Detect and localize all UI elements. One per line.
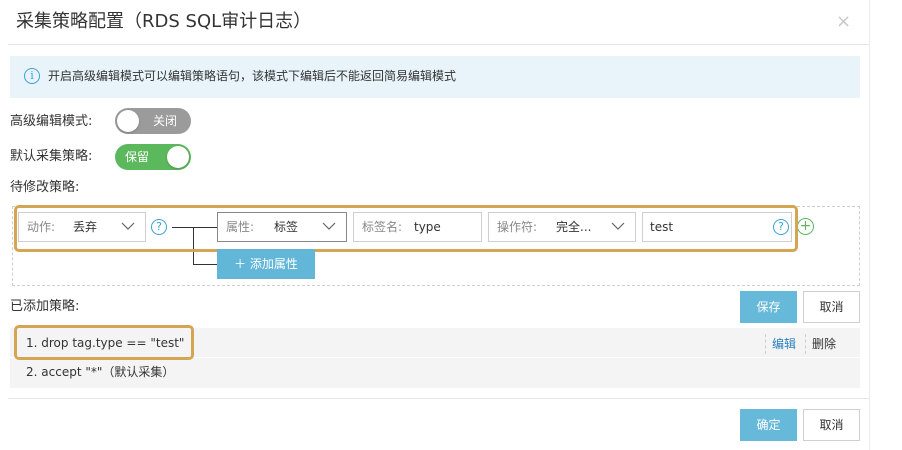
- tag-name-value: type: [414, 220, 441, 234]
- row-divider: [10, 357, 860, 358]
- footer-cancel-button[interactable]: 取消: [803, 409, 860, 441]
- save-button[interactable]: 保存: [740, 291, 797, 323]
- chevron-down-icon: [121, 222, 135, 230]
- confirm-button[interactable]: 确定: [740, 409, 797, 441]
- help-icon[interactable]: ?: [773, 219, 789, 235]
- pending-policy-label: 待修改策略:: [10, 180, 80, 195]
- match-value-input[interactable]: test ?: [642, 212, 792, 242]
- info-icon: i: [24, 68, 40, 84]
- attribute-select-value: 标签: [274, 220, 299, 234]
- tree-connector: [172, 227, 218, 228]
- tree-connector: [193, 227, 194, 264]
- delete-link[interactable]: 删除: [812, 336, 836, 353]
- operator-select-label: 操作符:: [497, 220, 538, 234]
- operator-select-value: 完全...: [556, 220, 592, 234]
- tag-name-input[interactable]: 标签名: type: [353, 212, 482, 242]
- attribute-select[interactable]: 属性: 标签: [217, 212, 347, 242]
- dialog-title: 采集策略配置（RDS SQL审计日志）: [16, 11, 312, 32]
- close-icon[interactable]: ×: [836, 8, 852, 36]
- plus-circle-icon[interactable]: +: [797, 218, 814, 235]
- dialog-edge: [869, 0, 870, 450]
- action-select-value: 丢弃: [73, 220, 98, 234]
- list-item: 2. accept "*"（默认采集）: [26, 365, 175, 379]
- tree-connector: [193, 264, 217, 265]
- toggle-knob: [167, 146, 189, 168]
- policy-config-dialog: 采集策略配置（RDS SQL审计日志） × i 开启高级编辑模式可以编辑策略语句…: [0, 0, 870, 450]
- advanced-mode-label: 高级编辑模式:: [10, 114, 93, 129]
- advanced-mode-toggle[interactable]: 关闭: [115, 108, 191, 134]
- operator-select[interactable]: 操作符: 完全...: [488, 212, 636, 242]
- action-select[interactable]: 动作: 丢弃: [18, 212, 146, 242]
- toggle-text: 保留: [125, 150, 150, 164]
- footer-divider: [8, 398, 870, 399]
- match-value-text: test: [650, 220, 674, 234]
- divider: [805, 334, 806, 354]
- toggle-text: 关闭: [153, 114, 178, 128]
- action-select-label: 动作:: [27, 220, 56, 234]
- help-icon[interactable]: ?: [151, 219, 167, 235]
- default-policy-toggle[interactable]: 保留: [115, 144, 191, 170]
- divider: [765, 334, 766, 354]
- tag-name-label: 标签名:: [362, 220, 403, 234]
- header-divider: [8, 44, 870, 45]
- chevron-down-icon: [322, 222, 336, 230]
- notice-text: 开启高级编辑模式可以编辑策略语句，该模式下编辑后不能返回简易编辑模式: [48, 69, 457, 83]
- cancel-button[interactable]: 取消: [803, 291, 860, 323]
- default-policy-label: 默认采集策略:: [10, 149, 93, 164]
- toggle-knob: [117, 110, 139, 132]
- chevron-down-icon: [611, 222, 625, 230]
- add-attribute-button[interactable]: ＋ 添加属性: [217, 249, 315, 279]
- attribute-select-label: 属性:: [226, 220, 255, 234]
- added-policy-label: 已添加策略:: [10, 299, 80, 314]
- notice-banner: i 开启高级编辑模式可以编辑策略语句，该模式下编辑后不能返回简易编辑模式: [10, 56, 860, 98]
- list-item: 1. drop tag.type == "test": [26, 336, 185, 350]
- added-policy-list: 1. drop tag.type == "test" 编辑 删除 2. acce…: [10, 328, 860, 388]
- edit-link[interactable]: 编辑: [772, 336, 796, 353]
